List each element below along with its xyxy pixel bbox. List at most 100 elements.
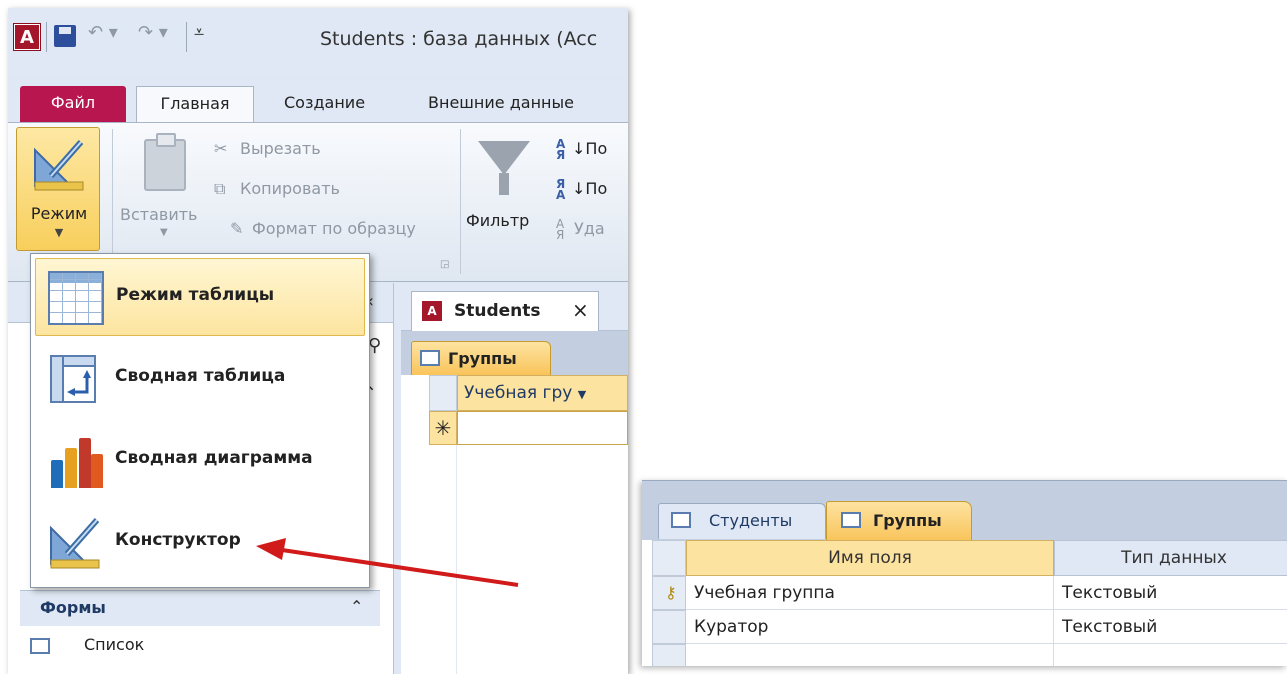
forms-group-label: Формы [40,598,106,617]
field-name-cell[interactable]: Куратор [686,610,1054,644]
chevron-down-icon: ▼ [54,226,64,239]
menu-item-label: Сводная таблица [115,366,286,386]
form-icon [30,638,50,654]
table-icon [420,350,440,366]
menu-item-label: Конструктор [115,530,241,550]
form-icon [671,512,691,528]
field-name-cell[interactable]: Учебная группа [686,576,1054,610]
dialog-launcher-icon[interactable]: ◲ [440,259,449,270]
object-tab-label: Группы [448,349,517,368]
forms-group-header[interactable]: Формы ⌃ [20,590,380,626]
record-selector-column [429,445,457,674]
data-type-cell[interactable]: Текстовый [1054,610,1287,644]
row-selector[interactable]: ⚷ [652,576,686,610]
chevron-down-icon: ▼ [160,227,168,238]
remove-sort-button[interactable]: Уда [574,219,605,238]
chevron-down-icon[interactable]: ▼ [578,388,586,401]
object-tab-label: Группы [873,511,942,530]
customize-qat-icon[interactable]: ⩡ [194,22,204,43]
menu-item-pivot-chart[interactable]: Сводная диаграмма [35,422,365,500]
chevron-up-icon[interactable]: ⌃ [350,597,363,616]
menu-item-label: Сводная диаграмма [115,448,313,468]
filter-icon-stem [499,173,509,195]
column-header[interactable]: Учебная гру ▼ [457,375,628,411]
remove-sort-icon: АЯ [556,217,565,242]
window-title: Students : база данных (Acc [320,28,598,50]
table-row[interactable]: ⚷ Учебная группа Текстовый [642,576,1287,610]
clipboard-icon [144,133,186,191]
menu-item-pivot-table[interactable]: Сводная таблица [35,340,365,418]
ribbon-tabs: Файл Главная Создание Внешние данные [8,80,628,122]
paste-button[interactable]: Вставить [120,205,197,224]
mode-label: Режим [30,204,88,223]
table-row[interactable]: Куратор Текстовый [642,610,1287,644]
pivot-chart-icon [47,434,103,488]
design-view-icon [50,518,100,569]
object-tab-groups[interactable]: Группы [411,341,551,375]
design-view-icon [34,140,84,191]
design-grid-header: Имя поля Тип данных [642,540,1287,576]
undo-icon[interactable]: ↶ ▾ [88,22,118,43]
object-tab-label: Студенты [709,511,793,530]
group-separator [460,129,461,274]
sort-asc-button[interactable]: ↓По [572,139,607,158]
sort-desc-icon: ЯА [556,177,566,202]
field-name-cell[interactable] [686,644,1054,666]
new-record-selector[interactable]: ✳ [429,411,457,445]
select-all-corner[interactable] [429,375,457,411]
nav-pane-splitter[interactable] [393,283,401,674]
table-row[interactable] [642,644,1287,666]
menu-item-label: Режим таблицы [116,285,275,305]
toolbar-separator [46,22,47,52]
row-selector[interactable] [652,644,686,666]
data-type-cell[interactable] [1054,644,1287,666]
copy-icon: ⧉ [214,179,226,198]
access-icon: A [422,301,442,321]
object-tab-bar: Группы [401,331,628,375]
primary-key-icon: ⚷ [665,583,677,602]
nav-item-form[interactable]: Список [84,635,144,654]
menu-item-design-view[interactable]: Конструктор [35,504,365,582]
save-icon[interactable] [54,25,76,47]
object-tab-bar: Студенты Группы [642,480,1287,541]
tab-file[interactable]: Файл [20,86,126,122]
tab-home[interactable]: Главная [136,86,254,122]
object-tab-groups[interactable]: Группы [826,501,972,541]
close-icon[interactable]: × [572,298,589,322]
copy-button[interactable]: Копировать [240,179,340,198]
mode-dropdown-menu: Режим таблицы Сводная таблица Сводная ди… [30,253,370,588]
sort-desc-button[interactable]: ↓По [572,179,607,198]
datasheet-icon [48,271,104,325]
field-name-header[interactable]: Имя поля [686,540,1054,576]
menu-item-datasheet[interactable]: Режим таблицы [35,258,365,336]
mode-button[interactable]: Режим ▼ [16,127,100,251]
sort-asc-icon: АЯ [556,137,566,162]
format-painter-button[interactable]: Формат по образцу [252,219,416,238]
tab-external-data[interactable]: Внешние данные [414,86,588,122]
document-tab-students[interactable]: A Students × [411,291,599,331]
filter-icon [478,141,530,175]
access-app-icon[interactable]: A [13,23,41,51]
access-window: A ↶ ▾ ↷ ▾ ⩡ Students : база данных (Acc … [8,8,628,674]
document-tab-bar: A Students × [401,283,628,331]
filter-button[interactable]: Фильтр [466,211,529,230]
object-tab-students[interactable]: Студенты [658,503,826,539]
select-all-corner[interactable] [652,540,686,576]
design-view-window: Студенты Группы Имя поля Тип данных ⚷ Уч… [642,480,1287,666]
quick-access-toolbar: A ↶ ▾ ↷ ▾ ⩡ Students : база данных (Acc [8,8,628,78]
toolbar-separator [186,22,187,52]
document-tab-label: Students [454,301,541,321]
brush-icon: ✎ [230,219,244,238]
table-icon [841,512,861,528]
tab-create[interactable]: Создание [270,86,379,122]
row-selector[interactable] [652,610,686,644]
redo-icon[interactable]: ↷ ▾ [138,22,168,43]
scissors-icon: ✂ [214,139,228,158]
document-area: A Students × Группы Учебная гру ▼ ✳ [401,283,628,674]
column-header-label: Учебная гру [464,383,573,403]
cut-button[interactable]: Вырезать [240,139,321,158]
data-type-cell[interactable]: Текстовый [1054,576,1287,610]
pivot-table-icon [50,355,96,403]
new-record-cell[interactable] [457,411,628,445]
data-type-header[interactable]: Тип данных [1054,540,1287,576]
